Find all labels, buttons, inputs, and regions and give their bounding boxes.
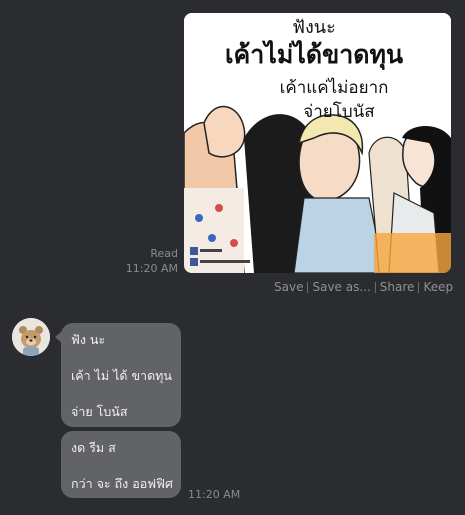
caption-line-2: เค้าไม่ได้ขาดทุน — [225, 39, 403, 71]
keep-button[interactable]: Keep — [419, 280, 457, 294]
message-line: ฟัง นะ — [71, 332, 106, 347]
received-timestamp: 11:20 AM — [188, 488, 241, 501]
received-message-bubble[interactable]: ฟัง นะ เค้า ไม่ ได้ ขาดทุน จ่าย โบนัส — [55, 323, 181, 427]
message-line: กว่า จะ ถึง ออฟฟิศ — [71, 476, 173, 491]
comic-image: ฟังนะ เค้าไม่ได้ขาดทุน เค้าแค่ไม่อยาก จ่… — [184, 13, 451, 273]
message-line: เค้า ไม่ ได้ ขาดทุน — [71, 368, 172, 383]
save-button[interactable]: Save — [270, 280, 307, 294]
contact-avatar[interactable] — [12, 318, 50, 356]
image-actions-bar: Save Save as... Share Keep — [270, 280, 457, 294]
bear-avatar-icon — [12, 318, 50, 356]
read-receipt: Read — [150, 247, 178, 260]
message-line: งด รีม ส — [71, 440, 116, 455]
caption-line-3: เค้าแค่ไม่อยาก — [280, 77, 389, 98]
message-line: จ่าย โบนัส — [71, 404, 128, 419]
save-as-button[interactable]: Save as... — [308, 280, 374, 294]
sent-image-message[interactable]: ฟังนะ เค้าไม่ได้ขาดทุน เค้าแค่ไม่อยาก จ่… — [184, 13, 451, 273]
caption-line-4: จ่ายโบนัส — [303, 101, 375, 122]
received-message-bubble[interactable]: งด รีม ส กว่า จะ ถึง ออฟฟิศ — [61, 431, 181, 498]
sent-timestamp: 11:20 AM — [125, 262, 178, 275]
share-button[interactable]: Share — [376, 280, 419, 294]
caption-line-1: ฟังนะ — [292, 17, 336, 38]
